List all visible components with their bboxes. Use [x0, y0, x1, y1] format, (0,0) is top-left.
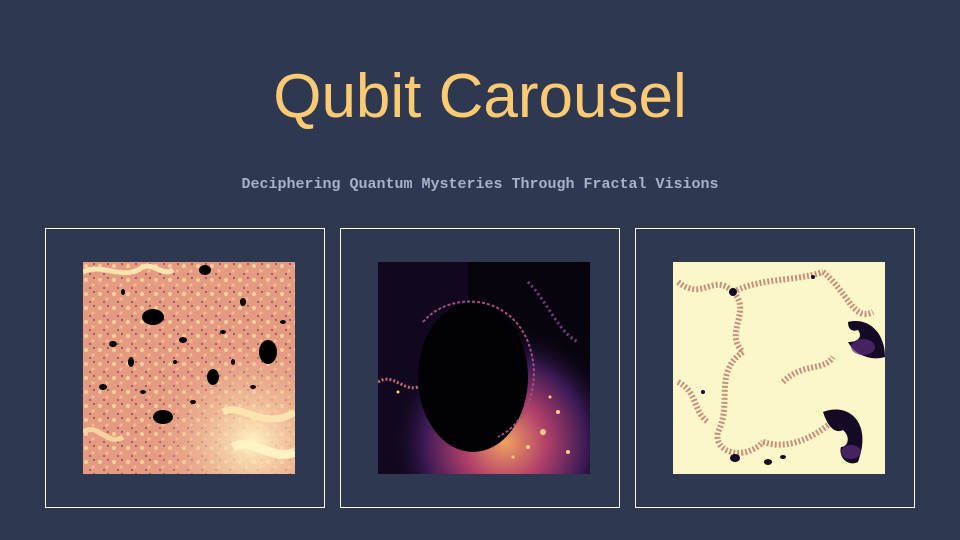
- fractal-pink-image: [83, 262, 295, 474]
- slide: Qubit Carousel Deciphering Quantum Myste…: [0, 0, 960, 540]
- slide-title: Qubit Carousel: [273, 62, 687, 131]
- slide-subtitle: Deciphering Quantum Mysteries Through Fr…: [241, 176, 719, 193]
- carousel-item-2[interactable]: [340, 228, 620, 508]
- fractal-cream-image: [673, 262, 885, 474]
- carousel-item-3[interactable]: [635, 228, 915, 508]
- carousel-item-1[interactable]: [45, 228, 325, 508]
- fractal-dark-image: [378, 262, 590, 474]
